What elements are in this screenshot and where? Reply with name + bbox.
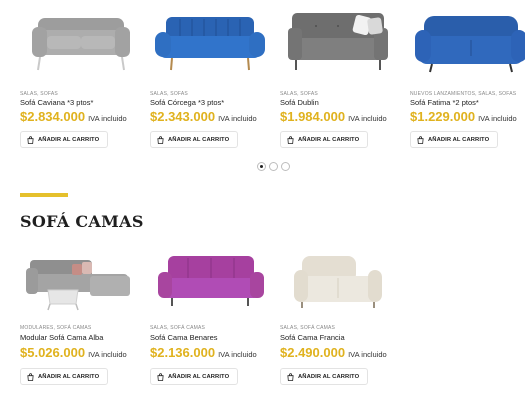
product-row-sofas: SALAS, SOFAS Sofá Caviana *3 ptos* $2.83… — [0, 0, 525, 150]
product-name[interactable]: Sofá Cama Benares — [150, 333, 218, 342]
shopping-bag-icon — [287, 372, 294, 381]
price-tax-note: IVA incluido — [348, 114, 387, 123]
product-price: $2.343.000 IVA incluido — [150, 109, 257, 124]
add-to-cart-button[interactable]: AÑADIR AL CARRITO — [280, 368, 369, 385]
product-price: $2.490.000 IVA incluido — [280, 345, 387, 360]
product-card — [280, 252, 400, 327]
price-amount: $2.343.000 — [150, 109, 216, 124]
add-to-cart-label: AÑADIR AL CARRITO — [168, 136, 230, 143]
price-amount: $2.834.000 — [20, 109, 86, 124]
carousel-pagination — [257, 162, 290, 171]
product-image-link[interactable] — [280, 0, 400, 75]
product-row-sofa-camas: MODULARES, SOFÁ CAMAS Modular Sofá Cama … — [0, 252, 525, 400]
add-to-cart-button[interactable]: AÑADIR AL CARRITO — [280, 131, 369, 148]
price-tax-note: IVA incluido — [218, 350, 257, 359]
shopping-bag-icon — [417, 135, 424, 144]
product-image-link[interactable] — [20, 0, 140, 75]
product-image-link[interactable] — [280, 252, 400, 327]
product-name[interactable]: Sofá Dublin — [280, 98, 319, 107]
section-title: SOFÁ CAMAS — [20, 212, 144, 231]
price-tax-note: IVA incluido — [88, 114, 127, 123]
sofa-image — [158, 256, 264, 306]
sofa-image — [294, 256, 382, 308]
product-card — [20, 0, 140, 75]
add-to-cart-button[interactable]: AÑADIR AL CARRITO — [410, 131, 499, 148]
carousel-dot[interactable] — [257, 162, 266, 171]
sofa-image — [288, 13, 388, 70]
add-to-cart-label: AÑADIR AL CARRITO — [38, 373, 100, 380]
product-name[interactable]: Modular Sofá Cama Alba — [20, 333, 103, 342]
sofa-image — [155, 17, 265, 71]
carousel-dot[interactable] — [269, 162, 278, 171]
price-tax-note: IVA incluido — [478, 114, 517, 123]
sofa-image — [32, 18, 130, 71]
carousel-dot[interactable] — [281, 162, 290, 171]
add-to-cart-button[interactable]: AÑADIR AL CARRITO — [20, 131, 109, 148]
product-category[interactable]: SALAS, SOFAS — [20, 91, 58, 97]
add-to-cart-label: AÑADIR AL CARRITO — [38, 136, 100, 143]
product-category[interactable]: SALAS, SOFAS — [280, 91, 318, 97]
shopping-bag-icon — [27, 135, 34, 144]
product-card — [150, 252, 270, 327]
price-amount: $5.026.000 — [20, 345, 86, 360]
product-category[interactable]: NUEVOS LANZAMIENTOS, SALAS, SOFAS — [410, 91, 516, 97]
shopping-bag-icon — [157, 135, 164, 144]
sofa-image — [415, 16, 525, 73]
shopping-bag-icon — [287, 135, 294, 144]
product-category[interactable]: SALAS, SOFAS — [150, 91, 188, 97]
price-tax-note: IVA incluido — [88, 350, 127, 359]
product-card — [280, 0, 400, 75]
add-to-cart-label: AÑADIR AL CARRITO — [298, 373, 360, 380]
price-amount: $1.984.000 — [280, 109, 346, 124]
product-image-link[interactable] — [20, 252, 140, 327]
product-card — [150, 0, 270, 75]
product-category[interactable]: MODULARES, SOFÁ CAMAS — [20, 325, 91, 331]
shopping-bag-icon — [27, 372, 34, 381]
shopping-bag-icon — [157, 372, 164, 381]
product-category[interactable]: SALAS, SOFÁ CAMAS — [150, 325, 205, 331]
product-price: $5.026.000 IVA incluido — [20, 345, 127, 360]
product-image-link[interactable] — [410, 0, 525, 75]
product-name[interactable]: Sofá Caviana *3 ptos* — [20, 98, 93, 107]
product-name[interactable]: Sofá Fatima *2 ptos* — [410, 98, 479, 107]
add-to-cart-button[interactable]: AÑADIR AL CARRITO — [20, 368, 109, 385]
product-image-link[interactable] — [150, 252, 270, 327]
add-to-cart-label: AÑADIR AL CARRITO — [298, 136, 360, 143]
price-tax-note: IVA incluido — [218, 114, 257, 123]
product-price: $1.229.000 IVA incluido — [410, 109, 517, 124]
price-amount: $1.229.000 — [410, 109, 476, 124]
add-to-cart-button[interactable]: AÑADIR AL CARRITO — [150, 131, 239, 148]
price-amount: $2.136.000 — [150, 345, 216, 360]
product-name[interactable]: Sofá Córcega *3 ptos* — [150, 98, 224, 107]
add-to-cart-label: AÑADIR AL CARRITO — [168, 373, 230, 380]
product-card — [20, 252, 140, 327]
product-price: $1.984.000 IVA incluido — [280, 109, 387, 124]
product-price: $2.834.000 IVA incluido — [20, 109, 127, 124]
section-accent-bar — [20, 193, 68, 197]
product-card — [410, 0, 525, 75]
add-to-cart-button[interactable]: AÑADIR AL CARRITO — [150, 368, 239, 385]
add-to-cart-label: AÑADIR AL CARRITO — [428, 136, 490, 143]
product-category[interactable]: SALAS, SOFÁ CAMAS — [280, 325, 335, 331]
sofa-image — [26, 260, 130, 311]
price-tax-note: IVA incluido — [348, 350, 387, 359]
product-name[interactable]: Sofá Cama Francia — [280, 333, 345, 342]
product-price: $2.136.000 IVA incluido — [150, 345, 257, 360]
product-image-link[interactable] — [150, 0, 270, 75]
price-amount: $2.490.000 — [280, 345, 346, 360]
